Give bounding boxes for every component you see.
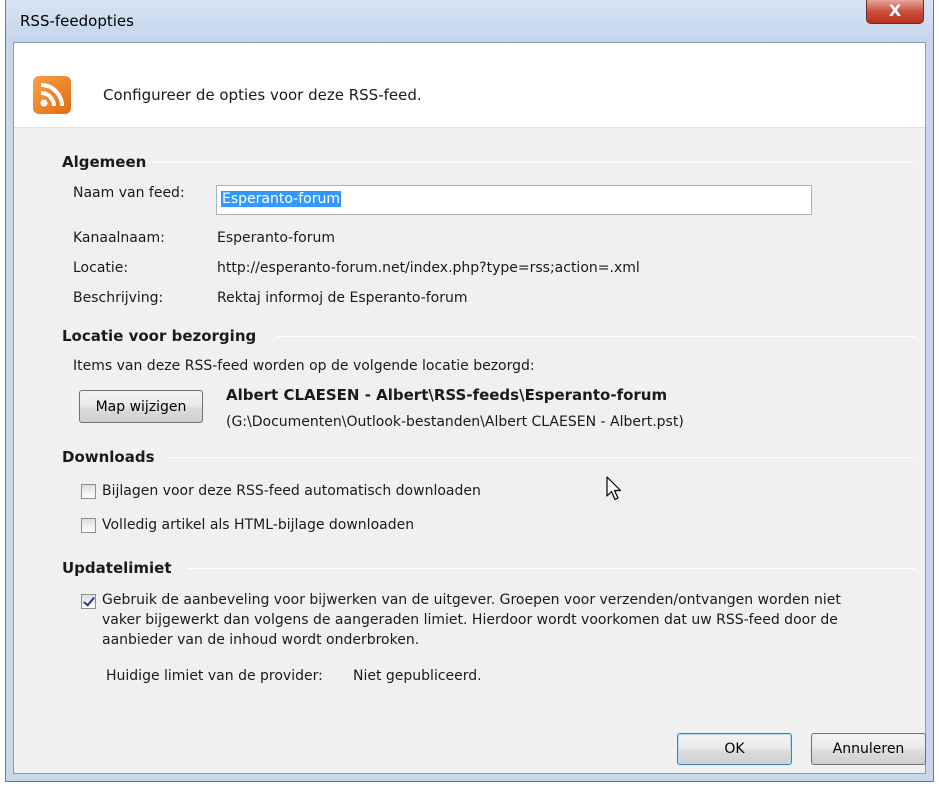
feed-name-input[interactable]: Esperanto-forum xyxy=(216,185,812,215)
close-button[interactable]: X xyxy=(866,0,924,24)
group-divider xyxy=(277,336,915,337)
title-bar[interactable]: RSS-feedopties X xyxy=(6,0,933,42)
use-recommendation-label-line-1[interactable]: Gebruik de aanbeveling voor bijwerken va… xyxy=(102,592,841,608)
window-title: RSS-feedopties xyxy=(20,12,134,30)
delivery-folder-path: Albert CLAESEN - Albert\RSS-feeds\Espera… xyxy=(226,386,668,404)
group-title-delivery: Locatie voor bezorging xyxy=(62,327,263,345)
use-recommendation-label-line-2[interactable]: vaker bijgewerkt dan volgens de aangerad… xyxy=(102,612,838,628)
description-value: Rektaj informoj de Esperanto-forum xyxy=(217,290,468,306)
use-recommendation-checkbox[interactable] xyxy=(81,594,96,609)
description-label: Beschrijving: xyxy=(73,290,164,306)
rss-feed-options-dialog: RSS-feedopties X Configureer de opties v… xyxy=(5,0,934,782)
delivery-info-text: Items van deze RSS-feed worden op de vol… xyxy=(73,358,535,374)
mouse-pointer-icon xyxy=(606,476,622,506)
change-folder-button[interactable]: Map wijzigen xyxy=(79,390,203,423)
attachments-checkbox-label[interactable]: Bijlagen voor deze RSS-feed automatisch … xyxy=(102,483,481,499)
channel-name-value: Esperanto-forum xyxy=(217,230,335,246)
group-divider xyxy=(166,457,915,458)
current-limit-label: Huidige limiet van de provider: xyxy=(106,668,323,684)
full-article-checkbox[interactable] xyxy=(81,518,96,533)
feed-name-label: Naam van feed: xyxy=(73,185,185,201)
group-divider xyxy=(154,162,915,163)
group-title-downloads: Downloads xyxy=(62,448,161,466)
close-icon: X xyxy=(888,1,902,20)
full-article-checkbox-label[interactable]: Volledig artikel als HTML-bijlage downlo… xyxy=(102,517,414,533)
group-title-general: Algemeen xyxy=(62,153,153,171)
dialog-body: Configureer de opties voor deze RSS-feed… xyxy=(13,42,926,774)
feed-name-value: Esperanto-forum xyxy=(221,191,341,207)
group-title-update-limit: Updatelimiet xyxy=(62,559,178,577)
current-limit-value: Niet gepubliceerd. xyxy=(353,668,482,684)
use-recommendation-label-line-3[interactable]: aanbieder van de inhoud wordt onderbroke… xyxy=(102,632,419,648)
dialog-header: Configureer de opties voor deze RSS-feed… xyxy=(14,43,925,128)
attachments-checkbox[interactable] xyxy=(81,484,96,499)
location-value: http://esperanto-forum.net/index.php?typ… xyxy=(217,260,640,276)
delivery-file-path: (G:\Documenten\Outlook-bestanden\Albert … xyxy=(226,414,684,430)
cancel-button[interactable]: Annuleren xyxy=(811,733,926,765)
rss-feed-icon xyxy=(33,76,71,114)
location-label: Locatie: xyxy=(73,260,129,276)
ok-button[interactable]: OK xyxy=(677,733,792,765)
group-divider xyxy=(188,568,915,569)
header-text: Configureer de opties voor deze RSS-feed… xyxy=(103,86,422,104)
channel-name-label: Kanaalnaam: xyxy=(73,230,165,246)
